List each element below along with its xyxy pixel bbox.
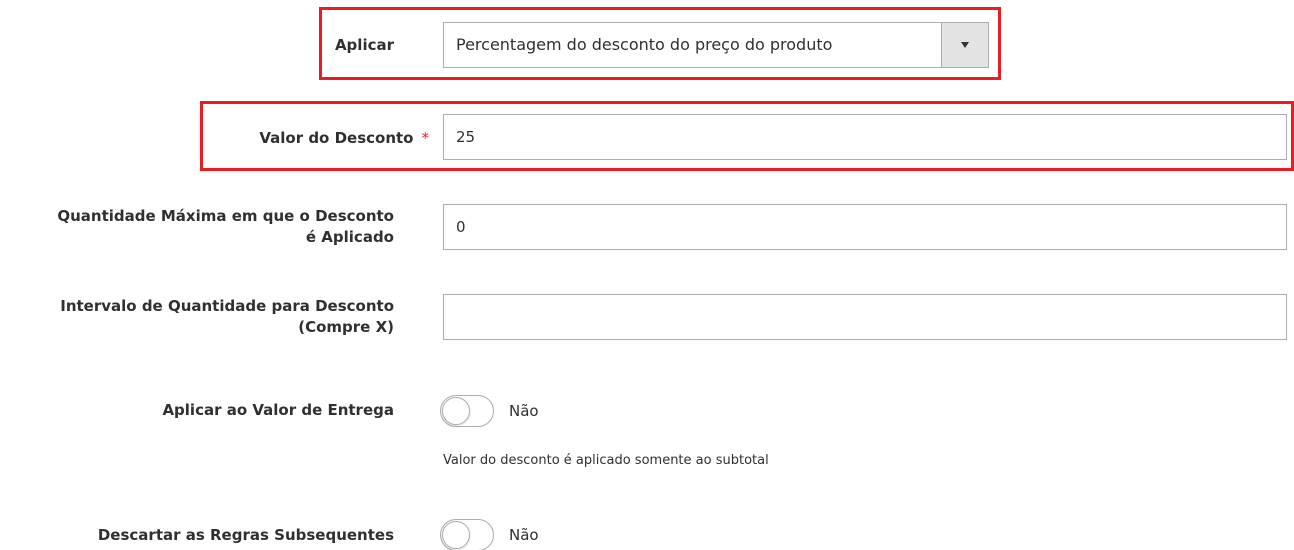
discount-amount-label: Valor do Desconto * bbox=[259, 128, 429, 149]
discount-step-input[interactable] bbox=[443, 294, 1287, 340]
toggle-knob bbox=[442, 521, 470, 549]
apply-to-shipping-note: Valor do desconto é aplicado somente ao … bbox=[443, 453, 769, 468]
discard-subsequent-toggle-text: Não bbox=[509, 526, 539, 544]
discard-subsequent-label: Descartar as Regras Subsequentes bbox=[97, 526, 394, 544]
apply-to-shipping-toggle-text: Não bbox=[509, 402, 539, 420]
discount-amount-value: 25 bbox=[456, 128, 476, 146]
required-asterisk: * bbox=[421, 129, 430, 147]
discount-step-label-line1: Intervalo de Quantidade para Desconto bbox=[60, 297, 394, 315]
discount-amount-input[interactable]: 25 bbox=[443, 114, 1287, 160]
discard-subsequent-toggle[interactable] bbox=[440, 519, 494, 550]
apply-label: Aplicar bbox=[334, 36, 394, 54]
max-qty-input[interactable]: 0 bbox=[443, 204, 1287, 250]
discount-step-label-line2: (Compre X) bbox=[298, 318, 394, 336]
max-qty-value: 0 bbox=[456, 218, 466, 236]
toggle-knob bbox=[442, 397, 470, 425]
apply-to-shipping-label: Aplicar ao Valor de Entrega bbox=[162, 401, 394, 419]
apply-to-shipping-toggle[interactable] bbox=[440, 395, 494, 427]
cart-price-rule-actions-form: Aplicar Percentagem do desconto do preço… bbox=[0, 0, 1294, 550]
max-qty-label-line1: Quantidade Máxima em que o Desconto bbox=[57, 207, 394, 225]
chevron-down-icon[interactable] bbox=[941, 23, 988, 67]
apply-select[interactable]: Percentagem do desconto do preço do prod… bbox=[443, 22, 989, 68]
apply-select-value: Percentagem do desconto do preço do prod… bbox=[456, 35, 833, 54]
max-qty-label-line2: é Aplicado bbox=[305, 228, 394, 246]
discount-step-label: Intervalo de Quantidade para Desconto (C… bbox=[60, 296, 394, 338]
max-qty-label: Quantidade Máxima em que o Desconto é Ap… bbox=[57, 206, 394, 248]
discount-amount-label-text: Valor do Desconto bbox=[259, 129, 414, 147]
